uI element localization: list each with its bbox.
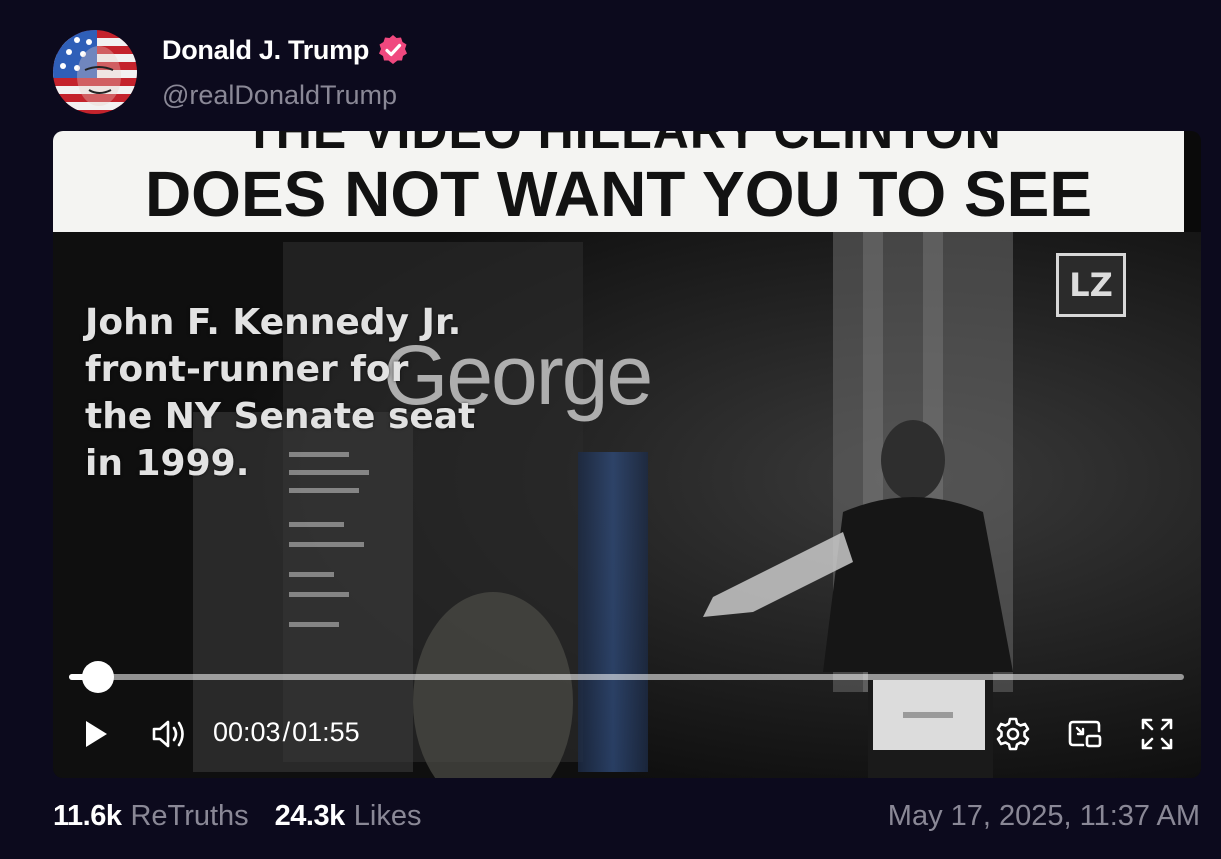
author-avatar[interactable] — [53, 30, 137, 114]
play-icon — [86, 721, 107, 747]
video-banner: THE VIDEO HILLARY CLINTON DOES NOT WANT … — [53, 131, 1184, 232]
video-progress-bar[interactable] — [69, 661, 1184, 693]
duration: 01:55 — [292, 717, 360, 747]
video-caption: John F. Kennedy Jr. front-runner for the… — [85, 302, 476, 484]
pip-button[interactable] — [1067, 716, 1103, 752]
retruths-label[interactable]: ReTruths — [130, 800, 248, 833]
progress-scrubber[interactable] — [82, 661, 114, 693]
gear-icon — [996, 717, 1030, 751]
video-player[interactable]: THE VIDEO HILLARY CLINTON DOES NOT WANT … — [53, 131, 1201, 778]
play-button[interactable] — [79, 717, 113, 751]
fullscreen-icon — [1141, 718, 1173, 750]
volume-button[interactable] — [151, 717, 189, 751]
volume-icon — [152, 720, 184, 748]
post-stats: 11.6k ReTruths 24.3k Likes — [53, 800, 421, 833]
avatar-image — [53, 30, 137, 114]
author-name[interactable]: Donald J. Trump — [162, 35, 369, 66]
fullscreen-button[interactable] — [1139, 716, 1175, 752]
author-name-row: Donald J. Trump — [162, 34, 409, 66]
time-separator: / — [282, 717, 291, 747]
settings-button[interactable] — [995, 716, 1031, 752]
post-timestamp[interactable]: May 17, 2025, 11:37 AM — [888, 800, 1200, 833]
picture-in-picture-icon — [1068, 720, 1102, 748]
verified-badge-icon — [379, 35, 408, 64]
banner-headline: DOES NOT WANT YOU TO SEE — [144, 158, 1093, 230]
likes-label[interactable]: Likes — [354, 800, 422, 833]
likes-count[interactable]: 24.3k — [275, 800, 346, 833]
current-time: 00:03 — [213, 717, 281, 747]
author-handle[interactable]: @realDonaldTrump — [162, 80, 397, 111]
retruths-count[interactable]: 11.6k — [53, 800, 122, 833]
video-time: 00:03 / 01:55 — [213, 717, 360, 748]
watermark-logo: LZ — [1056, 253, 1126, 317]
